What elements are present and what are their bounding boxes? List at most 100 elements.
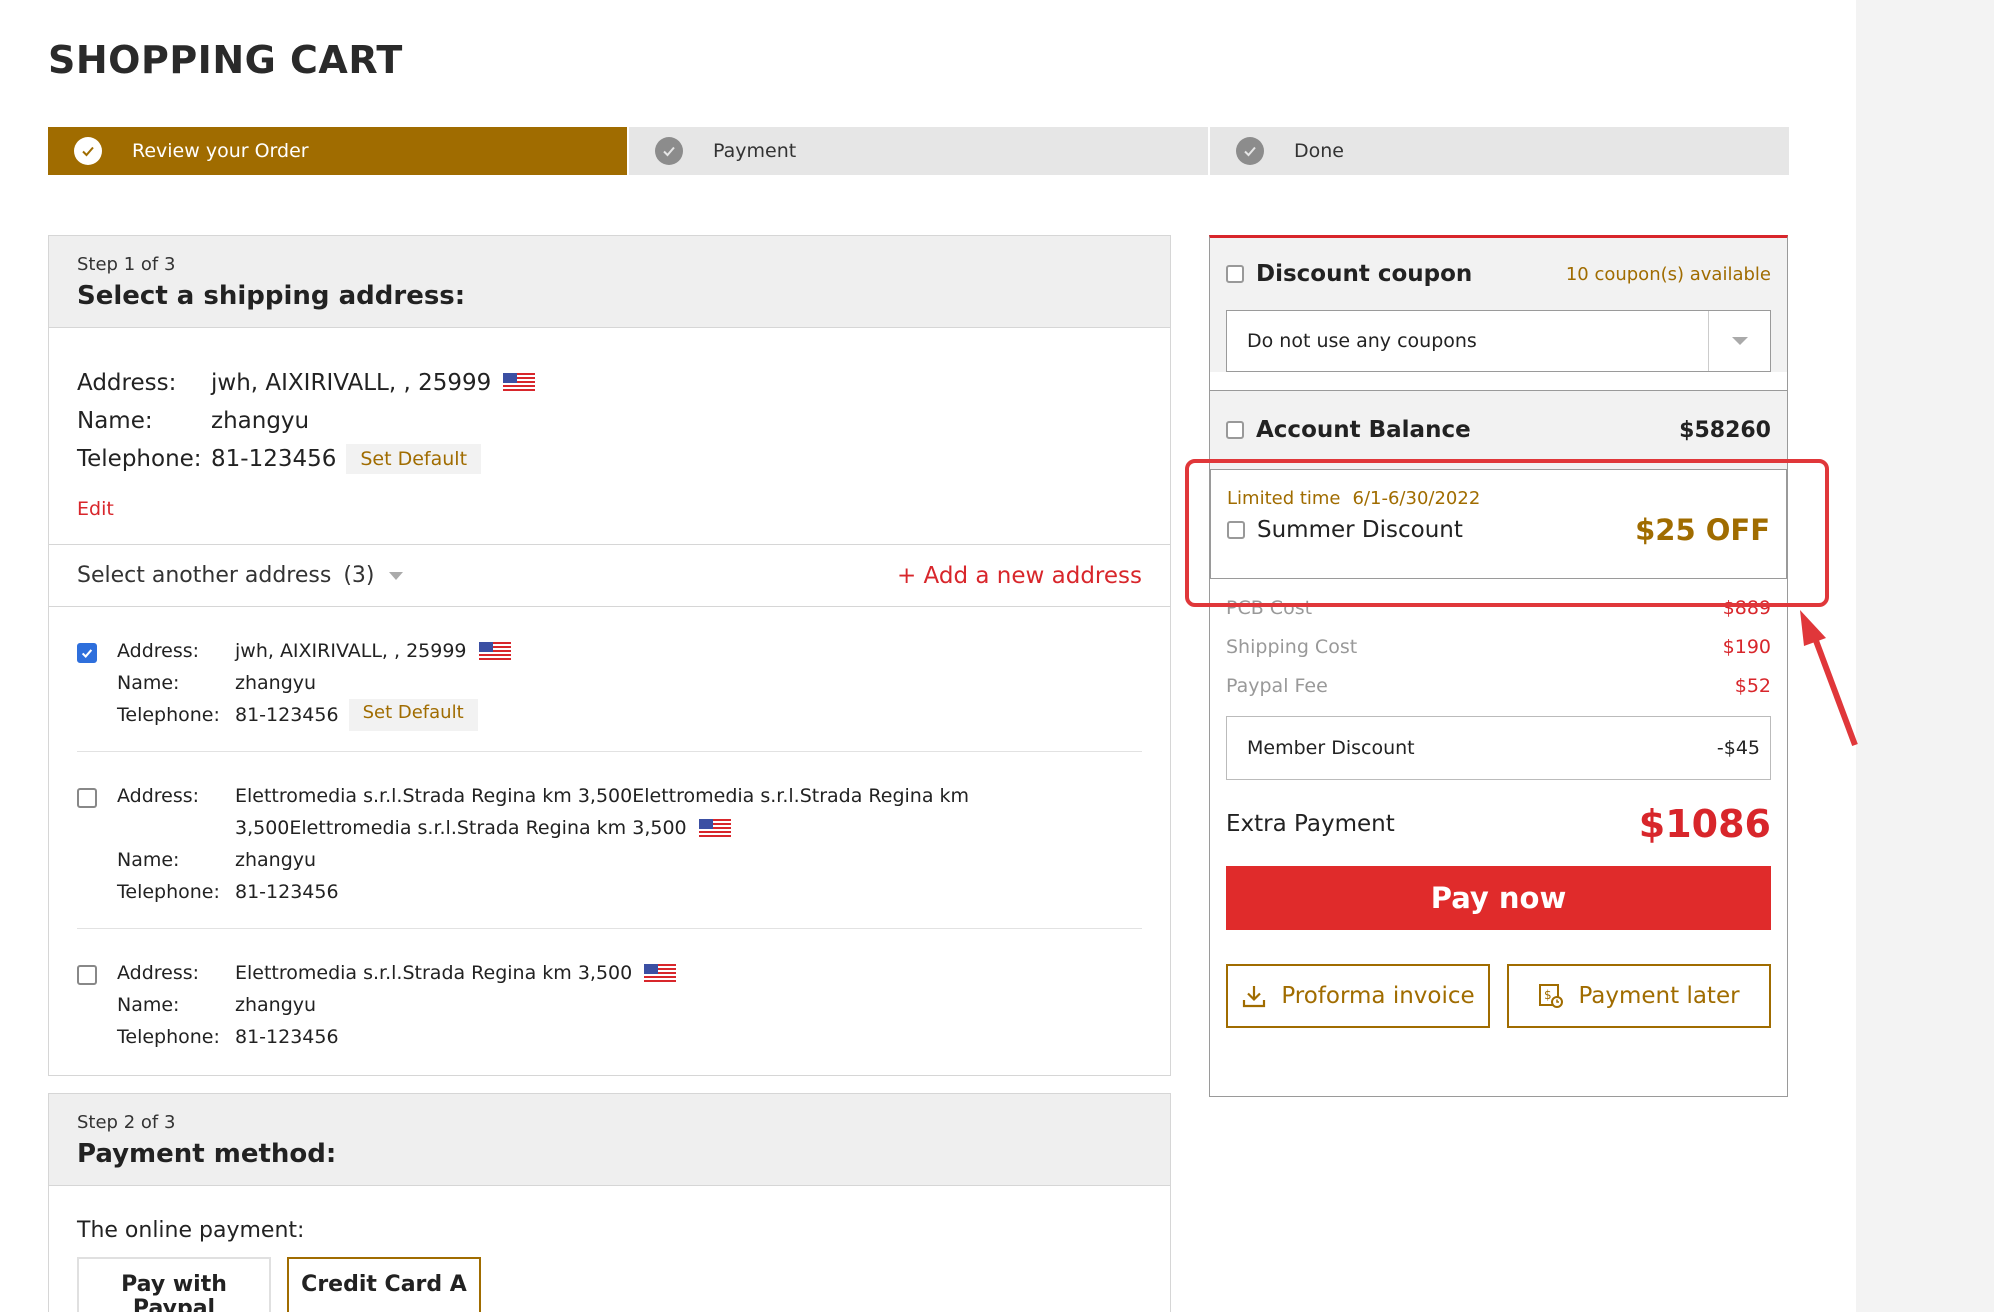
shipping-panel-header: Step 1 of 3 Select a shipping address:: [49, 236, 1170, 328]
step-done: Done: [1210, 127, 1789, 175]
telephone-label: Telephone:: [117, 1026, 220, 1048]
payment-panel-header: Step 2 of 3 Payment method:: [49, 1094, 1170, 1186]
page-title: SHOPPING CART: [48, 38, 403, 82]
name-value: zhangyu: [211, 408, 310, 434]
step-indicator: Step 1 of 3: [77, 254, 176, 275]
us-flag-icon: [644, 963, 677, 984]
coupon-header: Discount coupon 10 coupon(s) available: [1210, 238, 1787, 310]
coupon-selected-value: Do not use any coupons: [1247, 330, 1477, 352]
step-label: Payment: [713, 140, 797, 162]
set-default-button[interactable]: Set Default: [348, 699, 478, 731]
address-value: jwh, AIXIRIVALL, , 25999: [211, 370, 492, 396]
member-discount: Member Discount -$45: [1226, 716, 1771, 780]
edit-address-link[interactable]: Edit: [77, 498, 114, 520]
promo-name: Summer Discount: [1257, 517, 1463, 543]
name-label: Name:: [117, 994, 180, 1016]
list-item: Address: Elettromedia s.r.l.Strada Regina…: [77, 929, 1142, 1073]
proforma-invoice-button[interactable]: Proforma invoice: [1226, 964, 1490, 1028]
name-label: Name:: [117, 672, 180, 694]
telephone-value: 81-123456: [235, 704, 339, 726]
balance-section: Account Balance $58260: [1210, 391, 1787, 469]
step-payment: Payment: [629, 127, 1208, 175]
address-count: (3): [343, 563, 375, 588]
pay-with-paypal-option[interactable]: Pay with Paypal: [77, 1257, 271, 1312]
address-label: Address:: [77, 370, 177, 396]
balance-value: $58260: [1679, 417, 1771, 443]
name-label: Name:: [117, 849, 180, 871]
section-title: Payment method:: [77, 1139, 337, 1169]
summer-discount-checkbox[interactable]: [1227, 521, 1245, 539]
cost-row: Shipping Cost $190: [1226, 636, 1771, 658]
payment-options: Pay with Paypal Credit Card A: [77, 1257, 1142, 1312]
annotation-arrow-icon: [1800, 610, 1858, 747]
progress-steps: Review your Order Payment Done: [48, 127, 1789, 175]
payment-method-panel: Step 2 of 3 Payment method: The online p…: [48, 1093, 1171, 1312]
telephone-value: 81-123456: [235, 881, 339, 903]
svg-text:$: $: [1544, 988, 1552, 1002]
telephone-label: Telephone:: [117, 881, 220, 903]
cost-row: Paypal Fee $52: [1226, 675, 1771, 697]
coupon-section: Discount coupon 10 coupon(s) available D…: [1210, 238, 1787, 372]
balance-title: Account Balance: [1256, 417, 1471, 443]
right-background-strip: [1856, 0, 1994, 1312]
step-label: Review your Order: [132, 140, 309, 162]
address-label: Address:: [117, 640, 200, 662]
pay-now-button[interactable]: Pay now: [1226, 866, 1771, 930]
payment-method-body: The online payment: Pay with Paypal Cred…: [49, 1186, 1170, 1312]
check-circle-icon: [1236, 137, 1264, 165]
caret-down-icon: [388, 571, 403, 580]
address-value: jwh, AIXIRIVALL, , 25999: [235, 635, 511, 667]
credit-card-option[interactable]: Credit Card A: [287, 1257, 481, 1312]
list-item: Address: Elettromedia s.r.l.Strada Regina…: [77, 752, 1142, 929]
name-value: zhangyu: [235, 994, 317, 1016]
set-default-button[interactable]: Set Default: [346, 444, 482, 474]
select-another-address-dropdown[interactable]: Select another address (3): [77, 563, 403, 588]
order-summary: Discount coupon 10 coupon(s) available D…: [1209, 235, 1788, 1097]
step-label: Done: [1294, 140, 1344, 162]
address-checkbox[interactable]: [77, 965, 97, 985]
online-payment-label: The online payment:: [77, 1218, 305, 1243]
check-circle-icon: [74, 137, 102, 165]
summer-discount-promo: Limited time 6/1-6/30/2022 Summer Discoun…: [1210, 469, 1787, 579]
extra-payment: Extra Payment $1086: [1226, 802, 1771, 846]
address-checkbox[interactable]: [77, 788, 97, 808]
telephone-label: Telephone:: [77, 446, 202, 472]
limited-time-label: Limited time 6/1-6/30/2022: [1227, 488, 1481, 509]
promo-off-value: $25 OFF: [1635, 513, 1770, 547]
telephone-value: 81-123456: [211, 446, 337, 472]
name-value: zhangyu: [235, 849, 317, 871]
name-value: zhangyu: [235, 672, 317, 694]
telephone-value: 81-123456: [235, 1026, 339, 1048]
another-address-bar: Select another address (3) + Add a new a…: [49, 545, 1170, 607]
coupons-available-link[interactable]: 10 coupon(s) available: [1566, 264, 1771, 285]
coupon-checkbox[interactable]: [1226, 265, 1244, 283]
current-address: Address: jwh, AIXIRIVALL, , 25999 Name: zh…: [49, 328, 1170, 545]
check-circle-icon: [655, 137, 683, 165]
balance-checkbox[interactable]: [1226, 421, 1244, 439]
address-value: Elettromedia s.r.l.Strada Regina km 3,50…: [235, 957, 677, 989]
step-review-order: Review your Order: [48, 127, 627, 175]
coupon-title: Discount coupon: [1256, 261, 1473, 287]
us-flag-icon: [698, 818, 731, 839]
shipping-address-panel: Step 1 of 3 Select a shipping address: A…: [48, 235, 1171, 1076]
add-new-address-link[interactable]: + Add a new address: [897, 563, 1142, 589]
address-label: Address:: [117, 962, 200, 984]
another-address-label: Select another address: [77, 563, 332, 588]
step-indicator: Step 2 of 3: [77, 1112, 176, 1133]
download-icon: [1243, 986, 1266, 1008]
us-flag-icon: [478, 641, 511, 662]
us-flag-icon: [503, 373, 536, 393]
chevron-down-icon[interactable]: [1708, 311, 1770, 371]
address-value: Elettromedia s.r.l.Strada Regina km 3,50…: [235, 785, 970, 839]
name-label: Name:: [77, 408, 153, 434]
list-item: Address: jwh, AIXIRIVALL, , 25999 Name: zh…: [77, 607, 1142, 752]
address-checkbox[interactable]: [77, 643, 97, 663]
cost-breakdown: PCB Cost $889 Shipping Cost $190 Paypal Fe…: [1210, 579, 1787, 1028]
address-label: Address:: [117, 785, 200, 807]
payment-later-button[interactable]: $ Payment later: [1507, 964, 1771, 1028]
coupon-select[interactable]: Do not use any coupons: [1226, 310, 1771, 372]
telephone-label: Telephone:: [117, 704, 220, 726]
section-title: Select a shipping address:: [77, 281, 466, 311]
dollar-clock-icon: $: [1539, 984, 1564, 1008]
address-list: Address: jwh, AIXIRIVALL, , 25999 Name: zh…: [49, 607, 1170, 1073]
